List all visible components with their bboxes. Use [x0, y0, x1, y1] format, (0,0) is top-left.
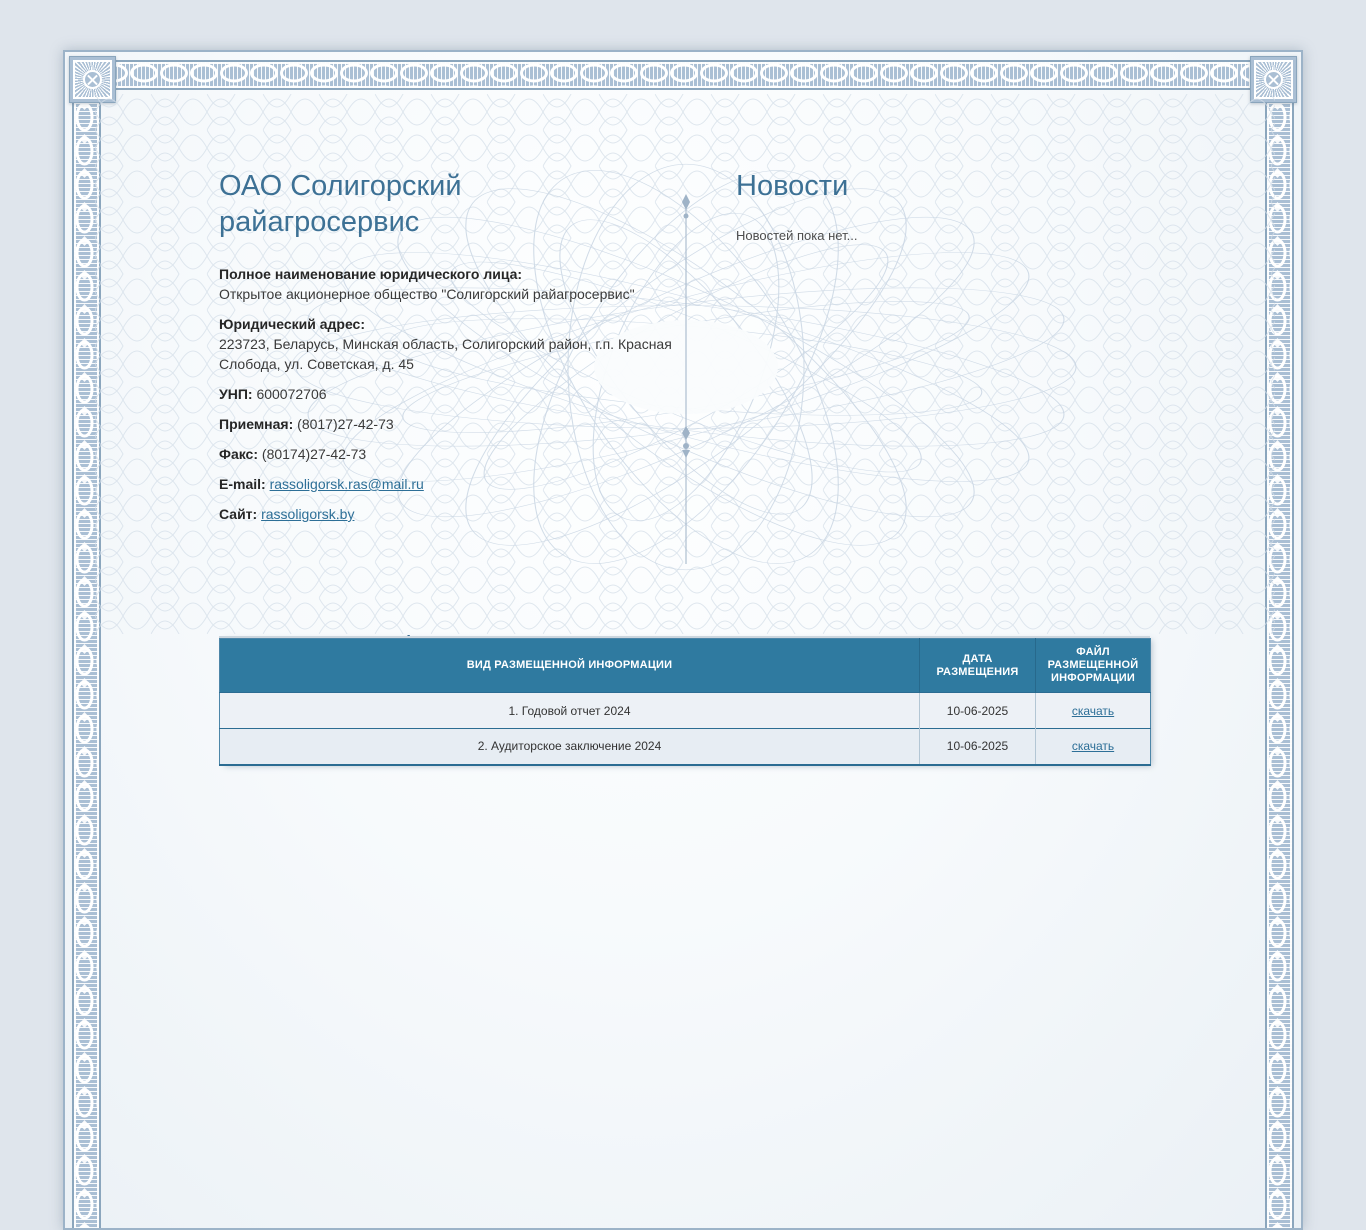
border-strip-left [72, 100, 101, 1228]
corner-rosette-icon [1250, 56, 1297, 103]
company-info: Полное наименование юридического лица: О… [219, 264, 674, 534]
disclosure-table: ВИД РАЗМЕЩЕННОЙ ИНФОРМАЦИИ ДАТА РАЗМЕЩЕН… [219, 636, 1150, 766]
certificate-sheet: ОАО Солигорский райагросервис Новости Но… [63, 50, 1303, 1230]
corner-rosette-icon [69, 56, 116, 103]
company-phone: Приемная: (8017)27-42-73 [219, 414, 674, 434]
download-link[interactable]: скачать [1072, 739, 1114, 753]
field-label: Юридический адрес: [219, 316, 365, 332]
column-header-file: ФАЙЛ РАЗМЕЩЕННОЙ ИНФОРМАЦИИ [1036, 639, 1151, 693]
doc-name-cell: 2. Аудиторское заключение 2024 [220, 729, 920, 765]
company-address: Юридический адрес: 223723, Беларусь, Мин… [219, 314, 674, 374]
field-label: УНП: [219, 386, 253, 402]
company-site: Сайт: rassoligorsk.by [219, 504, 674, 524]
field-label: Сайт: [219, 506, 257, 522]
column-header-date: ДАТА РАЗМЕЩЕНИЯ [920, 639, 1036, 693]
doc-file-cell: скачать [1036, 693, 1151, 729]
field-value: Открытое акционерное общество "Солигорск… [219, 286, 635, 302]
page-title: ОАО Солигорский райагросервис [219, 168, 549, 240]
axis-ornament [682, 194, 690, 458]
news-section: Новости Новостей пока нет... [736, 168, 1156, 243]
field-value: 223723, Беларусь, Минская область, Солиг… [219, 336, 672, 372]
download-link[interactable]: скачать [1072, 704, 1114, 718]
column-header-info-type: ВИД РАЗМЕЩЕННОЙ ИНФОРМАЦИИ [220, 639, 920, 693]
field-value: (8017)27-42-73 [297, 416, 394, 432]
email-link[interactable]: rassoligorsk.ras@mail.ru [270, 476, 424, 492]
company-email: E-mail: rassoligorsk.ras@mail.ru [219, 474, 674, 494]
company-unp: УНП: 600072706 [219, 384, 674, 404]
doc-date-cell: 10-06-2025 [920, 729, 1036, 765]
table-row: 1. Годовой отчет 2024 10-06-2025 скачать [220, 693, 1151, 729]
doc-name-cell: 1. Годовой отчет 2024 [220, 693, 920, 729]
field-label: E-mail: [219, 476, 266, 492]
table-header-row: ВИД РАЗМЕЩЕННОЙ ИНФОРМАЦИИ ДАТА РАЗМЕЩЕН… [220, 639, 1151, 693]
field-value: (80174)27-42-73 [262, 446, 366, 462]
doc-file-cell: скачать [1036, 729, 1151, 765]
field-label: Факс: [219, 446, 258, 462]
ellipse-chain-pattern [69, 62, 1297, 88]
field-label: Приемная: [219, 416, 293, 432]
doc-date-cell: 10-06-2025 [920, 693, 1036, 729]
company-full-name: Полное наименование юридического лица: О… [219, 264, 674, 304]
news-empty-text: Новостей пока нет... [736, 228, 1156, 243]
field-label: Полное наименование юридического лица: [219, 266, 522, 282]
site-link[interactable]: rassoligorsk.by [261, 506, 354, 522]
table-row: 2. Аудиторское заключение 2024 10-06-202… [220, 729, 1151, 765]
border-strip-top [69, 60, 1297, 90]
company-fax: Факс: (80174)27-42-73 [219, 444, 674, 464]
ellipse-chain-pattern [1267, 100, 1292, 1228]
ellipse-chain-pattern [74, 100, 99, 1228]
news-title: Новости [736, 168, 1156, 204]
field-value: 600072706 [256, 386, 326, 402]
border-strip-right [1265, 100, 1294, 1228]
